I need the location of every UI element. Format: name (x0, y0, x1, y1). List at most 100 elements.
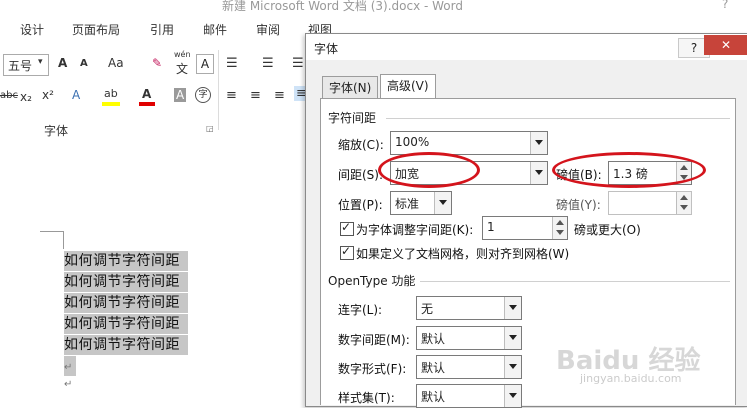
line-text: 如何调节字符间距 (64, 253, 180, 269)
highlight-button[interactable]: ab (104, 87, 118, 100)
ligatures-combo[interactable]: 无 (416, 296, 522, 320)
tab-mailings[interactable]: 邮件 (203, 21, 227, 38)
dialog-close-button[interactable]: ✕ (704, 35, 747, 55)
highlight-color-bar (102, 102, 120, 106)
annotation-oval-spacing (378, 152, 480, 188)
chevron-down-icon[interactable] (434, 192, 451, 214)
spacing-label: 间距(S): (338, 168, 384, 182)
align-left-icon[interactable]: ≡ (226, 88, 237, 103)
snap-grid-checkbox[interactable] (340, 244, 354, 260)
kerning-label[interactable]: 为字体调整字间距(K): (356, 221, 473, 238)
ligatures-value: 无 (421, 302, 434, 316)
subscript-button[interactable]: x₂ (20, 90, 32, 104)
tab-references[interactable]: 引用 (150, 21, 174, 38)
ribbon-separator (218, 50, 219, 130)
paragraph-mark: ↵ (64, 362, 73, 373)
strikethrough-button[interactable]: abc (0, 90, 18, 101)
change-case-button[interactable]: Aa (108, 56, 124, 70)
numbering-icon[interactable]: ☰ (262, 56, 274, 71)
font-size-value: 五号 (8, 59, 33, 73)
text-line[interactable]: 如何调节字符间距 ↵ (64, 335, 188, 372)
number-forms-combo[interactable]: 默认 (416, 355, 522, 379)
paragraph-mark: ↵ (64, 379, 73, 390)
tab-page-layout[interactable]: 页面布局 (72, 21, 120, 38)
enclose-char-button[interactable]: 字 (195, 87, 211, 103)
stylistic-sets-value: 默认 (421, 390, 446, 404)
position-by-spinner[interactable] (608, 191, 692, 215)
section-char-spacing: 字符间距 (328, 111, 377, 125)
line-text: 如何调节字符间距 (64, 316, 180, 332)
phonetic-guide-top: wén (174, 50, 191, 59)
text-line[interactable]: 如何调节字符间距↵ (64, 314, 188, 351)
dialog-title: 字体 (314, 42, 339, 56)
kerning-checkbox[interactable] (340, 220, 354, 236)
stylistic-sets-label: 样式集(T): (338, 391, 395, 405)
tab-review[interactable]: 审阅 (256, 21, 280, 38)
chevron-down-icon[interactable] (504, 385, 521, 407)
chevron-down-icon[interactable] (530, 132, 547, 154)
dialog-launcher-icon[interactable]: ◲ (206, 124, 214, 133)
snap-grid-label[interactable]: 如果定义了文档网格，则对齐到网格(W) (356, 245, 569, 262)
kerning-suffix: 磅或更大(O) (574, 223, 641, 237)
margin-mark (40, 231, 64, 232)
font-size-combo[interactable]: 五号 ▾ (3, 54, 49, 76)
grow-font-button[interactable]: A (58, 56, 67, 70)
font-color-button[interactable]: A (142, 87, 151, 101)
number-forms-label: 数字形式(F): (338, 362, 407, 376)
document-area[interactable]: 如何调节字符间距↵ 如何调节字符间距↵ 如何调节字符间距↵ 如何调节字符间距↵ … (0, 139, 310, 405)
shrink-font-button[interactable]: A (80, 58, 88, 69)
line-text: 如何调节字符间距 (64, 274, 180, 290)
group-label-font: 字体 (44, 124, 69, 138)
scale-combo[interactable]: 100% (390, 131, 548, 155)
bullets-icon[interactable]: ☰ (226, 56, 238, 71)
position-by-label: 磅值(Y): (556, 198, 601, 212)
text-line[interactable]: 如何调节字符间距↵ (64, 293, 188, 330)
number-forms-value: 默认 (421, 361, 446, 375)
char-shading-button[interactable]: A (174, 88, 187, 102)
kerning-spinner[interactable]: 1 (482, 216, 568, 240)
text-line[interactable]: 如何调节字符间距↵ (64, 251, 188, 288)
chevron-down-icon[interactable] (530, 162, 547, 184)
phonetic-guide-button[interactable]: 文 (176, 60, 188, 77)
stylistic-sets-combo[interactable]: 默认 (416, 384, 522, 408)
text-effects-icon[interactable]: A (72, 88, 80, 102)
section-divider (420, 281, 730, 282)
chevron-down-icon[interactable] (504, 327, 521, 349)
empty-line[interactable]: ↵ (64, 356, 76, 376)
title-bar: 新建 Microsoft Word 文档 (3).docx - Word ? (0, 0, 747, 14)
number-spacing-label: 数字间距(M): (338, 333, 410, 347)
tab-advanced[interactable]: 高级(V) (380, 74, 436, 100)
position-value: 标准 (395, 197, 420, 211)
chevron-down-icon: ▾ (38, 57, 43, 67)
help-icon[interactable]: ? (722, 0, 728, 11)
clear-format-icon[interactable]: ✎ (152, 56, 162, 70)
font-color-bar (139, 102, 155, 106)
spin-arrows-icon[interactable] (552, 217, 567, 239)
align-center-icon[interactable]: ≡ (250, 88, 261, 103)
char-border-button[interactable]: A (196, 54, 214, 74)
chevron-down-icon[interactable] (504, 297, 521, 319)
kerning-value: 1 (487, 220, 495, 234)
position-label: 位置(P): (338, 198, 383, 212)
chevron-down-icon[interactable] (504, 356, 521, 378)
tab-design[interactable]: 设计 (20, 21, 44, 38)
spin-arrows-icon[interactable] (676, 192, 691, 214)
annotation-oval-by (552, 152, 706, 188)
window-title: 新建 Microsoft Word 文档 (3).docx - Word (222, 0, 463, 13)
watermark-url: jingyan.baidu.com (580, 372, 682, 385)
position-combo[interactable]: 标准 (390, 191, 452, 215)
dialog-title-bar: 字体 ? ✕ (306, 34, 747, 60)
superscript-button[interactable]: x² (42, 88, 54, 102)
margin-mark-vertical (63, 231, 64, 249)
line-text: 如何调节字符间距 (64, 337, 180, 353)
tab-font[interactable]: 字体(N) (322, 76, 379, 100)
line-text: 如何调节字符间距 (64, 295, 180, 311)
number-spacing-combo[interactable]: 默认 (416, 326, 522, 350)
text-line[interactable]: 如何调节字符间距↵ (64, 272, 188, 309)
number-spacing-value: 默认 (421, 332, 446, 346)
align-right-icon[interactable]: ≡ (274, 88, 285, 103)
multilevel-list-icon[interactable]: ☰ (292, 56, 304, 71)
ribbon-font-group: 五号 ▾ A A Aa ✎ wén 文 A abc x₂ x² A ab A A… (0, 42, 310, 140)
scale-label: 缩放(C): (338, 138, 384, 152)
section-divider (386, 118, 730, 119)
